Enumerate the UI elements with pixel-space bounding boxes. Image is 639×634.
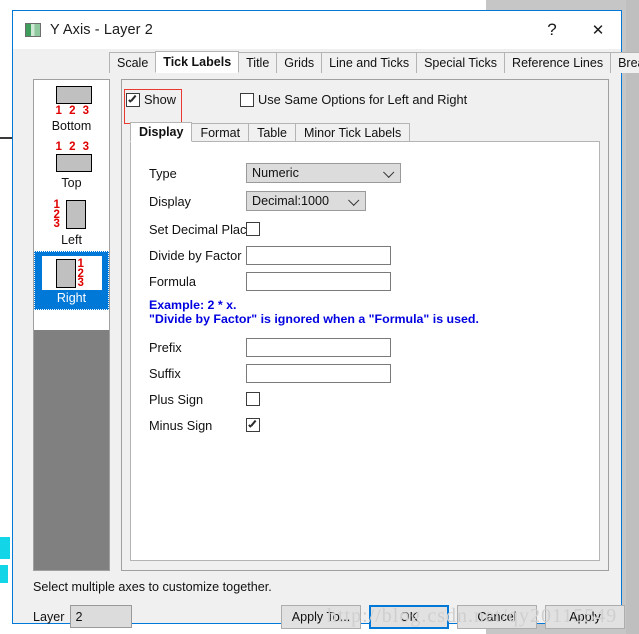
row-divide-by-factor: Divide by Factor <box>131 244 599 266</box>
tab-title[interactable]: Title <box>238 52 278 73</box>
suffix-input[interactable] <box>246 363 391 383</box>
dialog-titlebar: Y Axis - Layer 2 ? ✕ <box>13 11 621 49</box>
axis-item-label-left: Left <box>61 233 82 247</box>
layer-select-value: 2 <box>75 609 83 624</box>
example-hint-line2: "Divide by Factor" is ignored when a "Fo… <box>149 312 479 326</box>
tab-grids[interactable]: Grids <box>276 52 323 73</box>
row-type: Type Numeric <box>131 162 599 184</box>
layer-row: Layer 2 <box>33 605 132 628</box>
display-select-value: Decimal:1000 <box>252 194 330 208</box>
type-select-value: Numeric <box>252 166 299 180</box>
display-label: Display <box>149 193 191 209</box>
type-label: Type <box>149 165 177 181</box>
apply-button[interactable]: Apply <box>545 605 625 629</box>
cyan-marker-upper <box>0 537 10 559</box>
dialog-title: Y Axis - Layer 2 <box>50 22 153 38</box>
axis-item-left[interactable]: 123 Left <box>34 194 109 251</box>
top-axis-thumbnail: 1 2 3 <box>42 141 102 175</box>
tab-scale[interactable]: Scale <box>109 52 157 73</box>
cyan-marker-lower <box>0 565 8 583</box>
layer-select[interactable]: 2 <box>69 605 132 628</box>
suffix-label: Suffix <box>149 365 181 381</box>
row-plus-sign: Plus Sign <box>131 388 599 410</box>
display-select[interactable]: Decimal:1000 <box>246 191 366 211</box>
axis-item-label-right: Right <box>56 291 87 305</box>
axis-item-right[interactable]: 123 Right <box>34 251 109 310</box>
titlebar-buttons: ? ✕ <box>529 11 621 49</box>
axis-item-label-bottom: Bottom <box>51 119 92 133</box>
axis-list-empty-area <box>34 330 109 570</box>
tab-special-ticks[interactable]: Special Ticks <box>416 52 506 73</box>
formula-label: Formula <box>149 273 196 289</box>
axis-item-bottom[interactable]: 1 2 3 Bottom <box>34 80 109 137</box>
example-hint-line1: Example: 2 * x. <box>149 298 237 312</box>
desktop-background-right-edge <box>626 0 639 634</box>
set-decimal-places-checkbox[interactable] <box>246 222 260 236</box>
use-same-options-label: Use Same Options for Left and Right <box>258 92 468 107</box>
axis-item-label-top: Top <box>61 176 82 190</box>
prefix-input[interactable] <box>246 337 391 357</box>
inner-tab-table[interactable]: Table <box>248 123 296 142</box>
row-prefix: Prefix <box>131 336 599 358</box>
tab-breaks[interactable]: Breaks <box>610 52 639 73</box>
screenshot-root: Y Axis - Layer 2 ? ✕ Scale Tick Labels T… <box>0 0 639 634</box>
thumb-digits: 1 2 3 <box>55 105 92 117</box>
show-option-row: Show Use Same Options for Left and Right <box>126 92 467 107</box>
desktop-background-left <box>0 10 12 624</box>
axis-item-top[interactable]: 1 2 3 Top <box>34 137 109 194</box>
plus-sign-checkbox[interactable] <box>246 392 260 406</box>
main-tabstrip: Scale Tick Labels Title Grids Line and T… <box>109 51 639 73</box>
formula-input[interactable] <box>246 271 391 291</box>
axis-layer-icon <box>25 23 41 37</box>
use-same-options-checkbox[interactable] <box>240 92 255 107</box>
row-minus-sign: Minus Sign <box>131 414 599 436</box>
desktop-background-top <box>0 0 486 10</box>
tab-reference-lines[interactable]: Reference Lines <box>504 52 612 73</box>
footer-note: Select multiple axes to customize togeth… <box>33 580 272 594</box>
minus-sign-checkbox[interactable] <box>246 418 260 432</box>
tab-line-and-ticks[interactable]: Line and Ticks <box>321 52 418 73</box>
thumb-digits: 1 2 3 <box>55 141 92 153</box>
set-decimal-places-label: Set Decimal Places <box>149 221 260 237</box>
inner-tab-minor-tick-labels[interactable]: Minor Tick Labels <box>294 123 411 142</box>
minus-sign-label: Minus Sign <box>149 417 213 433</box>
display-tabstrip: Display Format Table Minor Tick Labels <box>130 122 600 142</box>
plus-sign-label: Plus Sign <box>149 391 204 407</box>
display-tab-content: Type Numeric Display Decimal:1000 Set De… <box>130 141 600 561</box>
divide-by-factor-input[interactable] <box>246 245 391 265</box>
dialog-button-row: Apply To... OK Cancel Apply <box>281 605 633 629</box>
ok-button[interactable]: OK <box>369 605 449 629</box>
row-set-decimal-places: Set Decimal Places <box>131 218 599 240</box>
row-display: Display Decimal:1000 <box>131 190 599 212</box>
y-axis-dialog: Y Axis - Layer 2 ? ✕ Scale Tick Labels T… <box>12 10 639 629</box>
tick-labels-panel: Show Use Same Options for Left and Right… <box>121 79 609 571</box>
type-select[interactable]: Numeric <box>246 163 401 183</box>
help-button[interactable]: ? <box>529 11 575 49</box>
chevron-down-icon <box>383 166 395 178</box>
right-axis-thumbnail: 123 <box>41 256 102 290</box>
left-axis-thumbnail: 123 <box>42 198 102 232</box>
tab-tick-labels[interactable]: Tick Labels <box>155 51 240 73</box>
inner-tab-display[interactable]: Display <box>130 122 193 142</box>
axis-selection-list[interactable]: 1 2 3 Bottom 1 2 3 Top 123 Left 1 2 3 Ri… <box>33 79 110 571</box>
inner-tab-format[interactable]: Format <box>191 123 250 142</box>
prefix-label: Prefix <box>149 339 182 355</box>
show-checkbox-label: Show <box>144 92 177 107</box>
apply-to-button[interactable]: Apply To... <box>281 605 361 629</box>
layer-label: Layer <box>33 609 65 624</box>
bottom-axis-thumbnail: 1 2 3 <box>42 84 102 118</box>
row-suffix: Suffix <box>131 362 599 384</box>
row-formula: Formula <box>131 270 599 292</box>
show-checkbox[interactable] <box>126 92 140 107</box>
close-icon[interactable]: ✕ <box>575 11 621 49</box>
divide-by-factor-label: Divide by Factor <box>149 247 242 263</box>
chevron-down-icon <box>348 194 360 206</box>
cancel-button[interactable]: Cancel <box>457 605 537 629</box>
